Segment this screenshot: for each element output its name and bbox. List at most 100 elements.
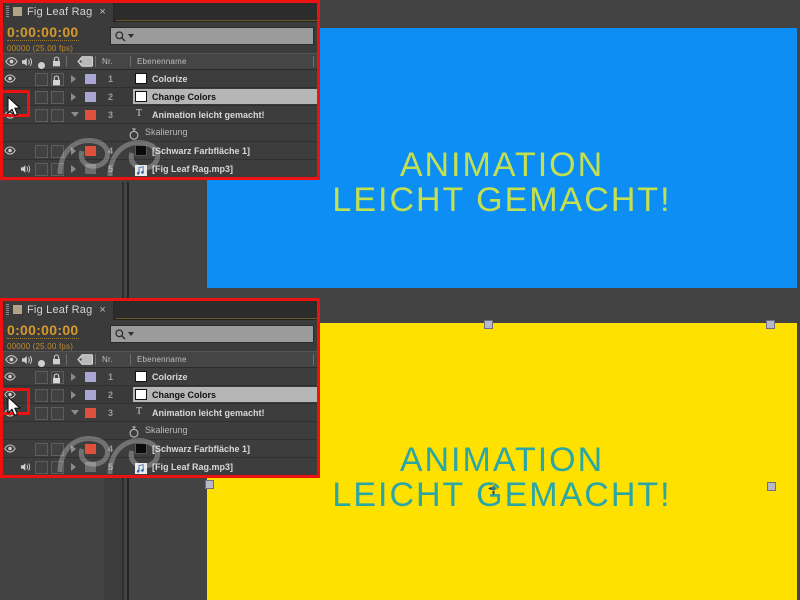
table-row[interactable]: 1 Colorize bbox=[0, 70, 320, 88]
close-icon[interactable]: × bbox=[99, 304, 105, 316]
layer-name[interactable]: Animation leicht gemacht! bbox=[152, 408, 265, 418]
solo-toggle[interactable] bbox=[35, 407, 48, 420]
panel-grip-icon[interactable] bbox=[6, 304, 9, 315]
property-row[interactable]: Skalierung bbox=[0, 124, 320, 142]
video-toggle[interactable] bbox=[4, 443, 16, 455]
label-color-chip[interactable] bbox=[85, 407, 96, 418]
tab-fig-leaf-rag-top[interactable]: Fig Leaf Rag × bbox=[4, 0, 114, 22]
timeline-panel-bottom[interactable]: Fig Leaf Rag × 0:00:00:00 00000 (25.00 f… bbox=[0, 298, 320, 477]
speaker-column-icon[interactable] bbox=[21, 54, 34, 69]
eye-column-icon[interactable] bbox=[5, 54, 18, 69]
expand-triangle[interactable] bbox=[71, 463, 76, 471]
label-color-chip[interactable] bbox=[85, 109, 96, 120]
audio-toggle[interactable] bbox=[20, 91, 32, 103]
label-color-chip[interactable] bbox=[85, 461, 96, 472]
expand-triangle[interactable] bbox=[71, 445, 76, 453]
table-row[interactable]: 1 Colorize bbox=[0, 368, 320, 386]
label-tag-icon[interactable] bbox=[77, 54, 93, 69]
video-toggle[interactable] bbox=[4, 371, 16, 383]
eye-column-icon[interactable] bbox=[5, 352, 18, 367]
audio-toggle[interactable] bbox=[20, 73, 32, 85]
label-color-chip[interactable] bbox=[85, 73, 96, 84]
lock-toggle[interactable] bbox=[51, 145, 64, 158]
label-color-chip[interactable] bbox=[85, 145, 96, 156]
chevron-down-icon[interactable] bbox=[128, 332, 134, 336]
layer-name[interactable]: [Fig Leaf Rag.mp3] bbox=[152, 164, 233, 174]
panel-grip-icon[interactable] bbox=[6, 6, 9, 17]
video-toggle[interactable] bbox=[4, 73, 16, 85]
solo-toggle[interactable] bbox=[35, 443, 48, 456]
solo-toggle[interactable] bbox=[35, 109, 48, 122]
lock-toggle[interactable] bbox=[51, 461, 64, 474]
expand-triangle[interactable] bbox=[71, 75, 76, 83]
solo-toggle[interactable] bbox=[35, 163, 48, 176]
expand-triangle[interactable] bbox=[71, 373, 76, 381]
audio-toggle[interactable] bbox=[20, 389, 32, 401]
layer-name[interactable]: Change Colors bbox=[152, 92, 216, 102]
label-color-chip[interactable] bbox=[85, 163, 96, 174]
table-row[interactable]: 5 [Fig Leaf Rag.mp3] bbox=[0, 458, 320, 476]
table-row[interactable]: 3 T Animation leicht gemacht! bbox=[0, 404, 320, 422]
layer-name[interactable]: [Fig Leaf Rag.mp3] bbox=[152, 462, 233, 472]
selection-handle-top-right[interactable] bbox=[766, 320, 775, 329]
solo-toggle[interactable] bbox=[35, 389, 48, 402]
label-color-chip[interactable] bbox=[85, 91, 96, 102]
expand-triangle[interactable] bbox=[71, 165, 76, 173]
label-color-chip[interactable] bbox=[85, 389, 96, 400]
search-input-bottom[interactable] bbox=[110, 325, 314, 343]
solo-toggle[interactable] bbox=[35, 73, 48, 86]
video-toggle[interactable] bbox=[4, 407, 16, 419]
speaker-column-icon[interactable] bbox=[21, 352, 34, 367]
lock-toggle[interactable] bbox=[51, 389, 64, 402]
lock-toggle[interactable] bbox=[51, 91, 64, 104]
close-icon[interactable]: × bbox=[99, 6, 105, 18]
timeline-panel-top[interactable]: Fig Leaf Rag × 0:00:00:00 00000 (25.00 f… bbox=[0, 0, 320, 179]
expand-triangle[interactable] bbox=[71, 410, 79, 415]
lock-toggle[interactable] bbox=[51, 371, 64, 384]
solo-toggle[interactable] bbox=[35, 91, 48, 104]
video-toggle[interactable] bbox=[4, 91, 16, 103]
table-row[interactable]: 5 [Fig Leaf Rag.mp3] bbox=[0, 160, 320, 178]
layer-name[interactable]: Colorize bbox=[152, 74, 188, 84]
video-toggle[interactable] bbox=[4, 461, 16, 473]
video-toggle[interactable] bbox=[4, 389, 16, 401]
table-row[interactable]: 4 [Schwarz Farbfläche 1] bbox=[0, 142, 320, 160]
lock-toggle[interactable] bbox=[51, 109, 64, 122]
table-row[interactable]: 3 T Animation leicht gemacht! bbox=[0, 106, 320, 124]
selection-handle-top-left[interactable] bbox=[484, 320, 493, 329]
layer-name[interactable]: Colorize bbox=[152, 372, 188, 382]
selection-handle-middle-left[interactable] bbox=[205, 480, 214, 489]
table-row[interactable]: 2 Change Colors bbox=[0, 386, 320, 404]
current-timecode[interactable]: 0:00:00:00 bbox=[7, 25, 79, 41]
selection-handle-middle-right[interactable] bbox=[767, 482, 776, 491]
expand-triangle[interactable] bbox=[71, 391, 76, 399]
label-color-chip[interactable] bbox=[85, 371, 96, 382]
lock-column-icon[interactable] bbox=[52, 54, 61, 69]
layer-name[interactable]: Animation leicht gemacht! bbox=[152, 110, 265, 120]
video-toggle[interactable] bbox=[4, 109, 16, 121]
lock-toggle[interactable] bbox=[51, 73, 64, 86]
audio-toggle[interactable] bbox=[20, 163, 32, 175]
audio-toggle[interactable] bbox=[20, 145, 32, 157]
audio-toggle[interactable] bbox=[20, 407, 32, 419]
audio-toggle[interactable] bbox=[20, 371, 32, 383]
table-row[interactable]: 2 Change Colors bbox=[0, 88, 320, 106]
expand-triangle[interactable] bbox=[71, 93, 76, 101]
label-tag-icon[interactable] bbox=[77, 352, 93, 367]
audio-toggle[interactable] bbox=[20, 461, 32, 473]
video-toggle[interactable] bbox=[4, 145, 16, 157]
lock-toggle[interactable] bbox=[51, 407, 64, 420]
layer-name[interactable]: Change Colors bbox=[152, 390, 216, 400]
lock-column-icon[interactable] bbox=[52, 352, 61, 367]
tab-fig-leaf-rag-bottom[interactable]: Fig Leaf Rag × bbox=[4, 298, 114, 320]
solo-toggle[interactable] bbox=[35, 145, 48, 158]
label-color-chip[interactable] bbox=[85, 443, 96, 454]
audio-toggle[interactable] bbox=[20, 109, 32, 121]
expand-triangle[interactable] bbox=[71, 147, 76, 155]
layer-name[interactable]: [Schwarz Farbfläche 1] bbox=[152, 146, 250, 156]
property-row[interactable]: Skalierung bbox=[0, 422, 320, 440]
lock-toggle[interactable] bbox=[51, 443, 64, 456]
layer-name[interactable]: [Schwarz Farbfläche 1] bbox=[152, 444, 250, 454]
search-input-top[interactable] bbox=[110, 27, 314, 45]
current-timecode[interactable]: 0:00:00:00 bbox=[7, 323, 79, 339]
